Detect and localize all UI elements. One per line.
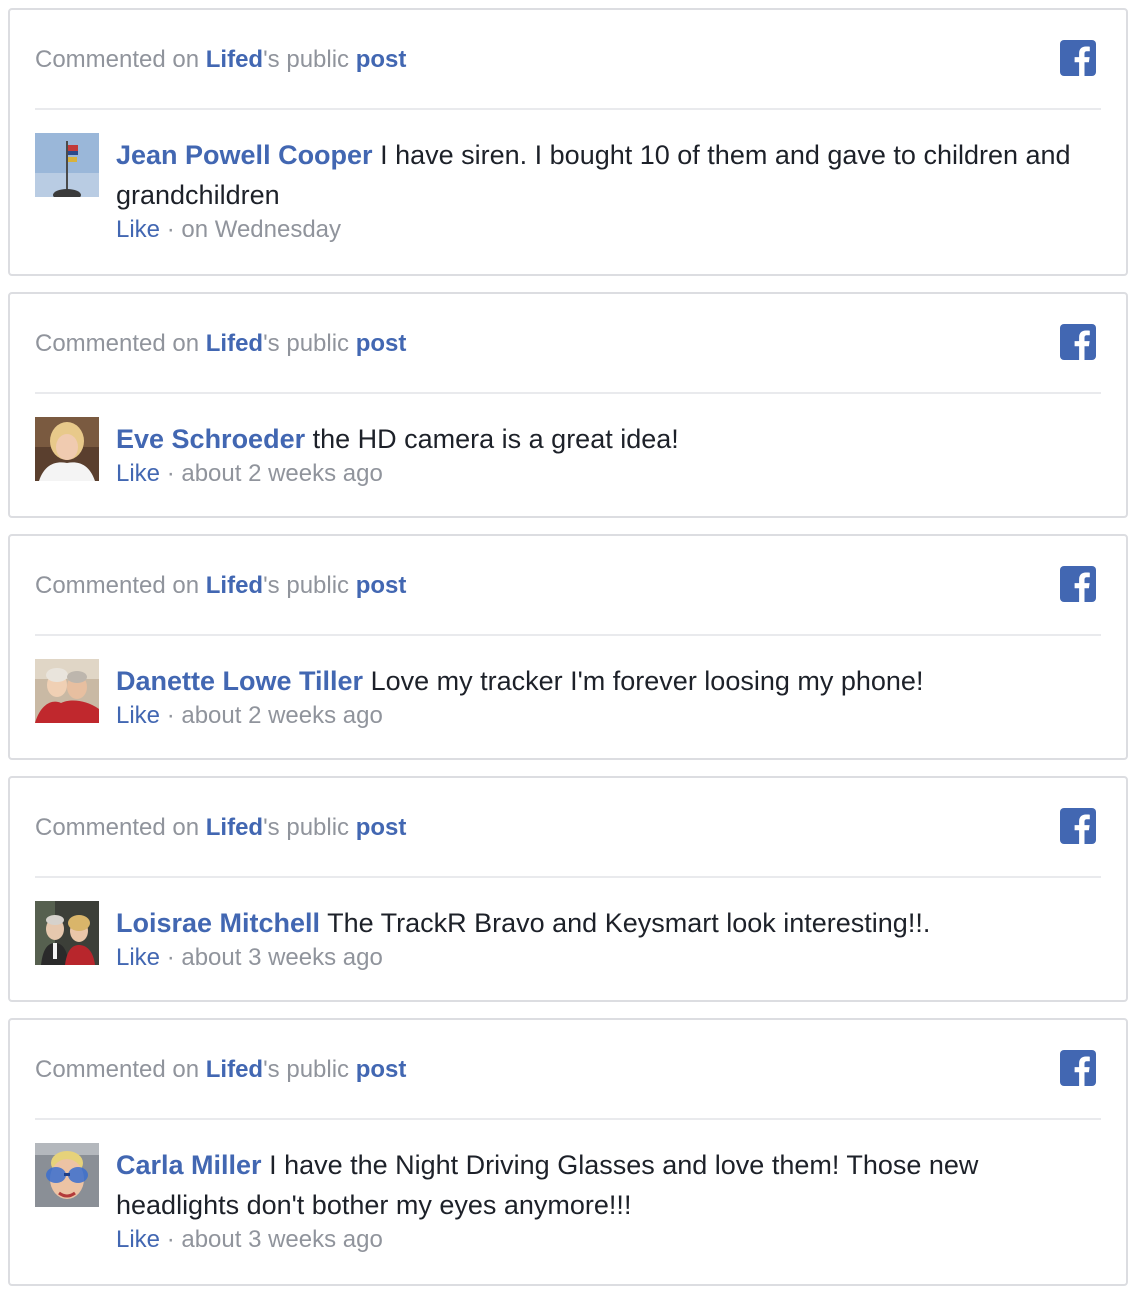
activity-line: Commented on Lifed's public post bbox=[35, 45, 406, 75]
activity-prefix: Commented on bbox=[35, 330, 206, 357]
facebook-icon[interactable] bbox=[1060, 808, 1096, 844]
card-header: Commented on Lifed's public post bbox=[35, 294, 1101, 394]
facebook-icon[interactable] bbox=[1060, 566, 1096, 602]
comment-card: Commented on Lifed's public post bbox=[8, 776, 1128, 1002]
meta-separator: · bbox=[160, 460, 182, 487]
card-header: Commented on Lifed's public post bbox=[35, 778, 1101, 878]
comment-body: Loisrae Mitchell The TrackR Bravo and Ke… bbox=[116, 901, 1101, 973]
timestamp[interactable]: about 2 weeks ago bbox=[181, 460, 382, 487]
activity-line: Commented on Lifed's public post bbox=[35, 571, 406, 601]
comment-text: Jean Powell Cooper I have siren. I bough… bbox=[116, 135, 1101, 215]
comment-text: Danette Lowe Tiller Love my tracker I'm … bbox=[116, 661, 1101, 701]
comment-meta: Like · about 2 weeks ago bbox=[116, 701, 1101, 731]
comment-body: Danette Lowe Tiller Love my tracker I'm … bbox=[116, 659, 1101, 731]
card-header: Commented on Lifed's public post bbox=[35, 536, 1101, 636]
timestamp[interactable]: about 3 weeks ago bbox=[181, 1226, 382, 1253]
comment-text: Loisrae Mitchell The TrackR Bravo and Ke… bbox=[116, 903, 1101, 943]
author-name[interactable]: Carla Miller bbox=[116, 1150, 262, 1180]
comment-text: Eve Schroeder the HD camera is a great i… bbox=[116, 419, 1101, 459]
activity-prefix: Commented on bbox=[35, 46, 206, 73]
comment-meta: Like · about 2 weeks ago bbox=[116, 459, 1101, 489]
page-link[interactable]: Lifed bbox=[206, 46, 263, 73]
activity-middle: 's public bbox=[263, 46, 356, 73]
comment-card: Commented on Lifed's public post bbox=[8, 1018, 1128, 1286]
post-link[interactable]: post bbox=[356, 814, 407, 841]
activity-middle: 's public bbox=[263, 330, 356, 357]
avatar[interactable] bbox=[35, 659, 99, 723]
author-name[interactable]: Eve Schroeder bbox=[116, 424, 305, 454]
author-name[interactable]: Loisrae Mitchell bbox=[116, 908, 320, 938]
comment-feed: Commented on Lifed's public post Jean Po… bbox=[8, 8, 1128, 1302]
activity-prefix: Commented on bbox=[35, 572, 206, 599]
comment-message: Love my tracker I'm forever loosing my p… bbox=[363, 666, 924, 696]
activity-line: Commented on Lifed's public post bbox=[35, 329, 406, 359]
comment-meta: Like · about 3 weeks ago bbox=[116, 1225, 1101, 1255]
activity-line: Commented on Lifed's public post bbox=[35, 1055, 406, 1085]
comment-body: Carla Miller I have the Night Driving Gl… bbox=[116, 1143, 1101, 1255]
facebook-icon[interactable] bbox=[1060, 40, 1096, 76]
comment-meta: Like · on Wednesday bbox=[116, 215, 1101, 245]
timestamp[interactable]: about 3 weeks ago bbox=[181, 944, 382, 971]
avatar[interactable] bbox=[35, 417, 99, 481]
comment-message: the HD camera is a great idea! bbox=[305, 424, 679, 454]
activity-middle: 's public bbox=[263, 814, 356, 841]
comment-body: Eve Schroeder the HD camera is a great i… bbox=[116, 417, 1101, 489]
page-link[interactable]: Lifed bbox=[206, 572, 263, 599]
like-link[interactable]: Like bbox=[116, 944, 160, 971]
like-link[interactable]: Like bbox=[116, 1226, 160, 1253]
author-name[interactable]: Danette Lowe Tiller bbox=[116, 666, 363, 696]
timestamp[interactable]: about 2 weeks ago bbox=[181, 702, 382, 729]
activity-line: Commented on Lifed's public post bbox=[35, 813, 406, 843]
meta-separator: · bbox=[160, 944, 182, 971]
avatar[interactable] bbox=[35, 1143, 99, 1207]
activity-prefix: Commented on bbox=[35, 814, 206, 841]
avatar[interactable] bbox=[35, 901, 99, 965]
like-link[interactable]: Like bbox=[116, 460, 160, 487]
post-link[interactable]: post bbox=[356, 46, 407, 73]
page-link[interactable]: Lifed bbox=[206, 814, 263, 841]
comment-text: Carla Miller I have the Night Driving Gl… bbox=[116, 1145, 1101, 1225]
meta-separator: · bbox=[160, 1226, 182, 1253]
comment-card: Commented on Lifed's public post Danette… bbox=[8, 534, 1128, 760]
post-link[interactable]: post bbox=[356, 1056, 407, 1083]
comment-meta: Like · about 3 weeks ago bbox=[116, 943, 1101, 973]
post-link[interactable]: post bbox=[356, 572, 407, 599]
card-header: Commented on Lifed's public post bbox=[35, 1020, 1101, 1120]
like-link[interactable]: Like bbox=[116, 216, 160, 243]
meta-separator: · bbox=[160, 216, 182, 243]
post-link[interactable]: post bbox=[356, 330, 407, 357]
meta-separator: · bbox=[160, 702, 182, 729]
facebook-icon[interactable] bbox=[1060, 324, 1096, 360]
like-link[interactable]: Like bbox=[116, 702, 160, 729]
card-header: Commented on Lifed's public post bbox=[35, 10, 1101, 110]
facebook-icon[interactable] bbox=[1060, 1050, 1096, 1086]
author-name[interactable]: Jean Powell Cooper bbox=[116, 140, 373, 170]
activity-middle: 's public bbox=[263, 572, 356, 599]
comment-card: Commented on Lifed's public post Eve Sch… bbox=[8, 292, 1128, 518]
comment-body: Jean Powell Cooper I have siren. I bough… bbox=[116, 133, 1101, 245]
comment-message: The TrackR Bravo and Keysmart look inter… bbox=[320, 908, 931, 938]
page-link[interactable]: Lifed bbox=[206, 1056, 263, 1083]
avatar[interactable] bbox=[35, 133, 99, 197]
page-link[interactable]: Lifed bbox=[206, 330, 263, 357]
comment-card: Commented on Lifed's public post Jean Po… bbox=[8, 8, 1128, 276]
activity-middle: 's public bbox=[263, 1056, 356, 1083]
activity-prefix: Commented on bbox=[35, 1056, 206, 1083]
timestamp[interactable]: on Wednesday bbox=[181, 216, 341, 243]
